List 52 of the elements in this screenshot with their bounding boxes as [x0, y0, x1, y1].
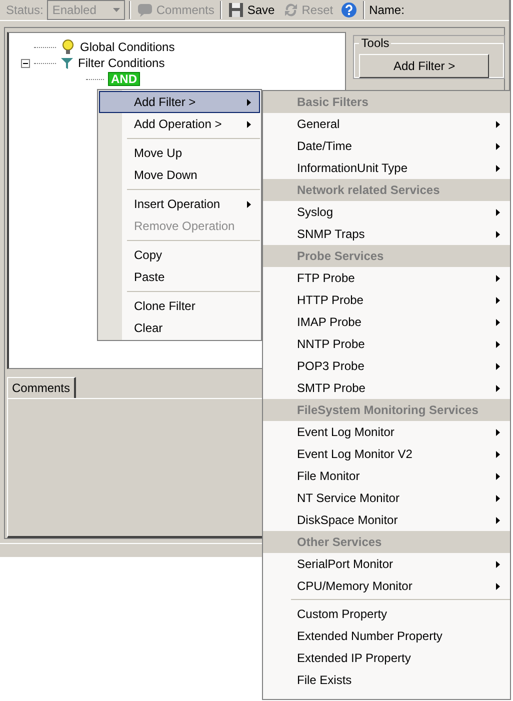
- help-button[interactable]: [339, 2, 360, 18]
- menu-item[interactable]: Move Up: [99, 142, 260, 164]
- menu-item[interactable]: File Monitor: [263, 465, 510, 487]
- tree-item[interactable]: Filter Conditions: [78, 56, 165, 70]
- save-button[interactable]: Save: [226, 2, 277, 18]
- menu-item[interactable]: Event Log Monitor V2: [263, 443, 510, 465]
- menu-item[interactable]: Extended Number Property: [263, 625, 510, 647]
- speech-bubble-icon: [137, 2, 154, 18]
- menu-section-header: Other Services: [263, 531, 510, 553]
- menu-item[interactable]: Custom Property: [263, 603, 510, 625]
- name-label: Name:: [369, 3, 404, 17]
- menu-item[interactable]: CPU/Memory Monitor: [263, 575, 510, 597]
- lightbulb-icon: [60, 39, 76, 55]
- menu-item[interactable]: Clear: [99, 317, 260, 339]
- menu-item[interactable]: SMTP Probe: [263, 377, 510, 399]
- menu-item[interactable]: InformationUnit Type: [263, 157, 510, 179]
- menu-section-header: FileSystem Monitoring Services: [263, 399, 510, 421]
- menu-item[interactable]: IMAP Probe: [263, 311, 510, 333]
- menu-item[interactable]: Add Filter >: [99, 91, 260, 113]
- collapse-icon[interactable]: [21, 58, 30, 68]
- refresh-arrows-icon: [282, 2, 299, 18]
- menu-item[interactable]: Clone Filter: [99, 295, 260, 317]
- menu-item[interactable]: Event Log Monitor: [263, 421, 510, 443]
- menu-section-header: Network related Services: [263, 179, 510, 201]
- menu-item[interactable]: File Exists: [263, 669, 510, 691]
- menu-section-header: Probe Services: [263, 245, 510, 267]
- menu-item[interactable]: Paste: [99, 266, 260, 288]
- menu-item[interactable]: SerialPort Monitor: [263, 553, 510, 575]
- comments-tab[interactable]: Comments: [7, 377, 76, 398]
- menu-item[interactable]: General: [263, 113, 510, 135]
- help-icon: [341, 2, 358, 18]
- add-filter-button[interactable]: Add Filter >: [359, 54, 490, 78]
- tools-title: Tools: [360, 36, 390, 50]
- menu-section-header: Basic Filters: [263, 91, 510, 113]
- menu-item[interactable]: Insert Operation: [99, 193, 260, 215]
- menu-item[interactable]: SNMP Traps: [263, 223, 510, 245]
- menu-item[interactable]: NT Service Monitor: [263, 487, 510, 509]
- menu-item[interactable]: Extended IP Property: [263, 647, 510, 669]
- menu-item[interactable]: Date/Time: [263, 135, 510, 157]
- funnel-icon: [60, 56, 74, 70]
- menu-item[interactable]: NNTP Probe: [263, 333, 510, 355]
- menu-item[interactable]: Add Operation >: [99, 113, 260, 135]
- dropdown-caret-icon: [113, 8, 120, 12]
- tree-item[interactable]: Global Conditions: [80, 40, 175, 54]
- menu-item[interactable]: HTTP Probe: [263, 289, 510, 311]
- menu-item[interactable]: FTP Probe: [263, 267, 510, 289]
- menu-item[interactable]: DiskSpace Monitor: [263, 509, 510, 531]
- menu-item[interactable]: Copy: [99, 244, 260, 266]
- status-label: Status:: [6, 3, 44, 17]
- menu-item[interactable]: Syslog: [263, 201, 510, 223]
- menu-item[interactable]: POP3 Probe: [263, 355, 510, 377]
- menu-item[interactable]: Move Down: [99, 164, 260, 186]
